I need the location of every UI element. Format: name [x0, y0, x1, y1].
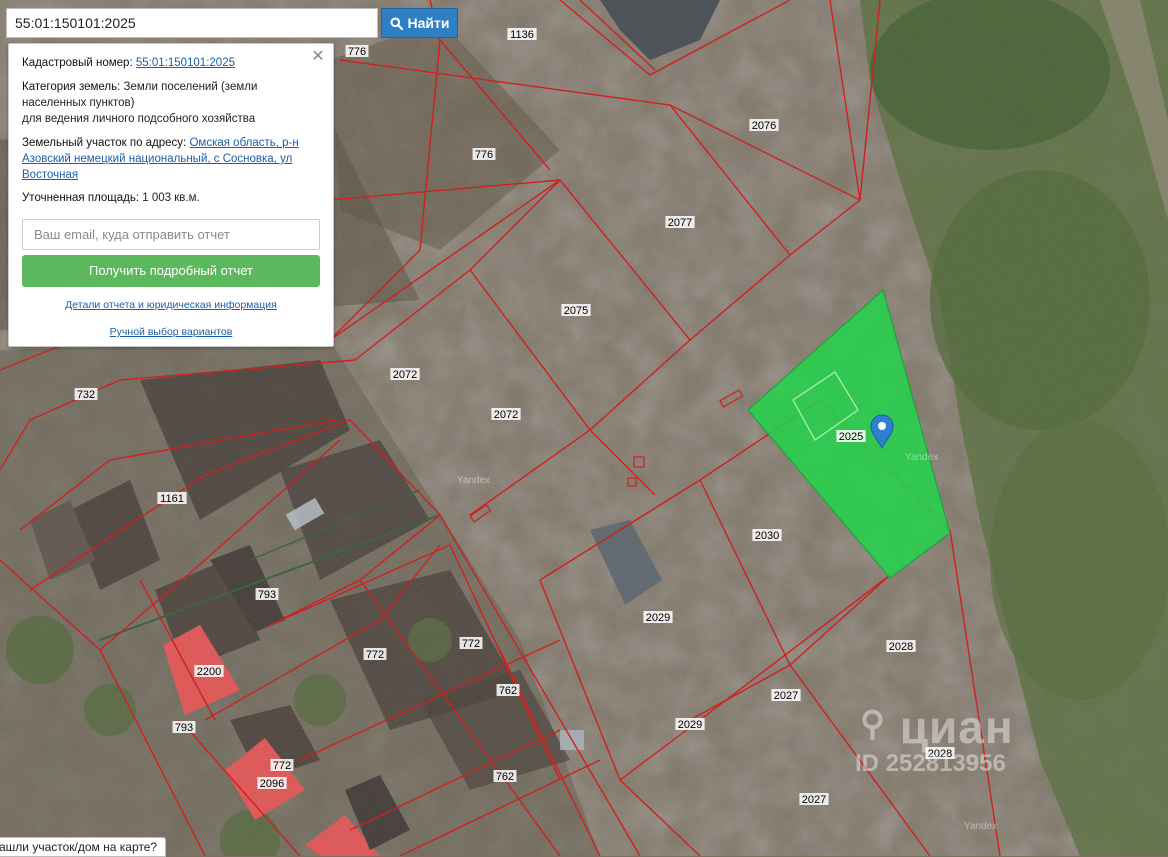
- plot-label[interactable]: 2075: [564, 305, 588, 317]
- plot-label[interactable]: 2200: [197, 666, 221, 678]
- manual-selection-link[interactable]: Ручной выбор вариантов: [110, 326, 233, 338]
- search-input[interactable]: 55:01:150101:2025: [6, 8, 378, 38]
- plot-label[interactable]: 762: [496, 771, 514, 783]
- plot-label[interactable]: 2077: [668, 217, 692, 229]
- plot-label[interactable]: 2076: [752, 120, 776, 132]
- cian-brand-text: циан: [899, 701, 1014, 753]
- cian-logo-watermark: ⚲ циан: [860, 700, 1014, 754]
- search-button-label: Найти: [407, 15, 450, 31]
- plot-label[interactable]: 2072: [494, 409, 518, 421]
- plot-label[interactable]: 772: [273, 760, 291, 772]
- area-value: 1 003 кв.м.: [142, 192, 200, 204]
- plot-label[interactable]: 772: [462, 638, 480, 650]
- plot-label[interactable]: 2027: [774, 690, 798, 702]
- area-label: Уточненная площадь:: [22, 192, 140, 204]
- map-watermark: Yandex: [964, 821, 997, 832]
- plot-label[interactable]: 776: [475, 149, 493, 161]
- plot-label[interactable]: 762: [499, 685, 517, 697]
- parcel-info-panel: ✕ Кадастровый номер: 55:01:150101:2025 К…: [8, 43, 334, 347]
- manual-link-row: Ручной выбор вариантов: [9, 326, 333, 338]
- plot-label[interactable]: 2096: [260, 778, 284, 790]
- map-watermark: Yandex: [905, 452, 938, 463]
- plot-label[interactable]: 793: [258, 589, 276, 601]
- search-icon: [390, 17, 403, 30]
- plot-label[interactable]: 2025: [839, 431, 863, 443]
- cian-pin-icon: ⚲: [860, 705, 886, 743]
- usage-value: для ведения личного подсобного хозяйства: [22, 113, 256, 125]
- address-label: Земельный участок по адресу:: [22, 137, 187, 149]
- email-field[interactable]: [22, 219, 320, 250]
- get-report-button[interactable]: Получить подробный отчет: [22, 255, 320, 287]
- details-link-row: Детали отчета и юридическая информация: [9, 299, 333, 311]
- report-details-link[interactable]: Детали отчета и юридическая информация: [65, 299, 277, 311]
- cadastral-label: Кадастровый номер:: [22, 57, 133, 69]
- area-row: Уточненная площадь: 1 003 кв.м.: [22, 190, 315, 206]
- plot-label[interactable]: 2029: [646, 612, 670, 624]
- plot-label[interactable]: 793: [175, 722, 193, 734]
- plot-label[interactable]: 776: [348, 46, 366, 58]
- plot-label[interactable]: 1161: [160, 493, 184, 505]
- search-button[interactable]: Найти: [381, 8, 458, 38]
- plot-label[interactable]: 1136: [510, 29, 534, 41]
- plot-label[interactable]: 732: [77, 389, 95, 401]
- plot-label[interactable]: 2072: [393, 369, 417, 381]
- listing-id-watermark: ID 252813956: [855, 750, 1006, 777]
- category-row: Категория земель: Земли поселений (земли…: [22, 79, 315, 127]
- bottom-tip-banner[interactable]: ашли участок/дом на карте?: [0, 837, 167, 857]
- plot-label[interactable]: 2030: [755, 530, 779, 542]
- plot-label[interactable]: 2027: [802, 794, 826, 806]
- plot-label[interactable]: 772: [366, 649, 384, 661]
- address-row: Земельный участок по адресу: Омская обла…: [22, 135, 315, 183]
- map-watermark: Yandex: [457, 475, 490, 486]
- plot-label[interactable]: 2029: [678, 719, 702, 731]
- plot-label[interactable]: 2028: [889, 641, 913, 653]
- cadastral-row: Кадастровый номер: 55:01:150101:2025: [22, 55, 315, 71]
- category-label: Категория земель:: [22, 81, 121, 93]
- cadastral-link[interactable]: 55:01:150101:2025: [136, 57, 235, 69]
